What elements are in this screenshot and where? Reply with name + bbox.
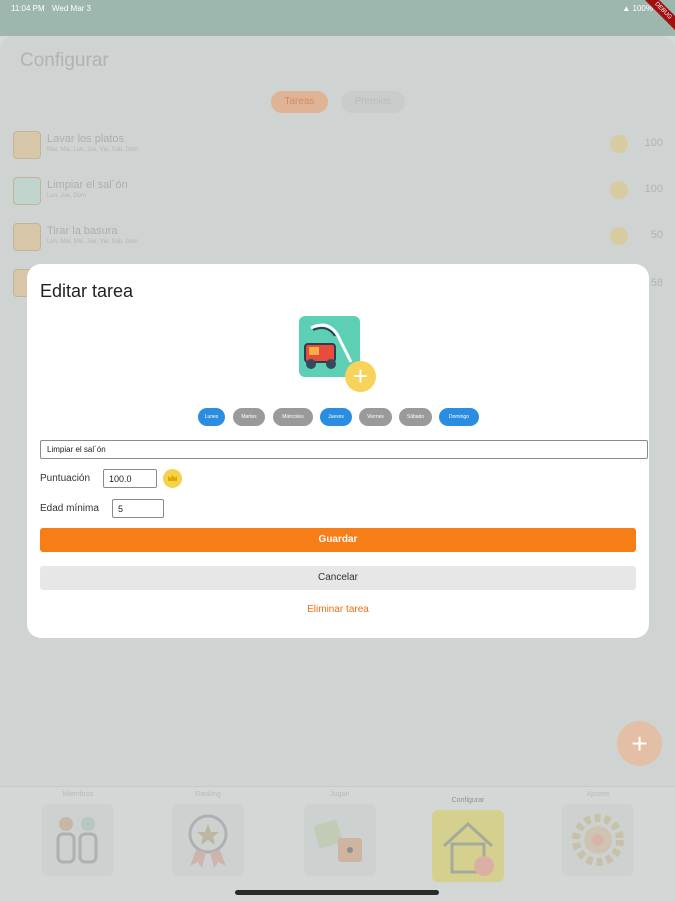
task-days: Lun, Mar, Mié, Jue, Vie, Sáb, Dom <box>47 239 139 245</box>
coin-icon <box>163 469 182 488</box>
task-points: 100 <box>644 183 663 195</box>
list-item[interactable]: Limpiar el sal´ón Lun, Jue, Dom 100 <box>13 177 663 215</box>
status-bar: 11:04 PM Wed Mar 3 ▲ 100% DEBUG <box>0 0 675 36</box>
home-indicator <box>235 890 439 895</box>
coin-icon <box>610 227 628 245</box>
edit-task-dialog: Editar tarea + Lunes Martes Miércoles Ju… <box>27 264 649 638</box>
status-date: Wed Mar 3 <box>52 4 91 13</box>
trash-bin-icon <box>13 223 41 251</box>
tab-play[interactable]: Jugar! <box>290 791 390 881</box>
tab-play-label: Jugar! <box>330 791 350 798</box>
min-age-label: Edad mínima <box>40 503 99 514</box>
task-name: Tirar la basura <box>47 225 118 237</box>
bottom-tab-bar: Miembros Ranking Jugar! Configurar Ajust… <box>0 786 675 901</box>
status-time: 11:04 PM <box>11 4 45 13</box>
task-points: 100 <box>644 137 663 149</box>
cancel-button[interactable]: Cancelar <box>40 566 636 590</box>
delete-task-button[interactable]: Eliminar tarea <box>40 602 636 618</box>
day-chip-friday[interactable]: Viernes <box>359 408 392 426</box>
tab-tasks[interactable]: Tareas <box>271 91 328 113</box>
tab-rewards[interactable]: Premios <box>341 91 405 113</box>
dialog-title: Editar tarea <box>40 281 134 301</box>
task-name-field[interactable] <box>40 440 648 459</box>
points-field[interactable] <box>103 469 157 488</box>
page-title: Configurar <box>20 50 109 71</box>
task-points: 50 <box>650 229 663 241</box>
list-item[interactable]: Lavar los platos Mar, Mié, Lun, Jue, Vie… <box>13 131 663 169</box>
tab-settings[interactable]: Ajustes <box>548 791 648 881</box>
wifi-icon: ▲ <box>622 4 631 13</box>
day-chip-monday[interactable]: Lunes <box>198 408 225 426</box>
save-button[interactable]: Guardar <box>40 528 636 552</box>
family-icon <box>42 804 114 876</box>
day-chip-thursday[interactable]: Jueves <box>320 408 352 426</box>
tab-members-label: Miembros <box>62 791 94 798</box>
tab-ranking-label: Ranking <box>195 791 221 798</box>
gear-icon <box>562 804 634 876</box>
min-age-field[interactable] <box>112 499 164 518</box>
tab-configure-label: Configurar <box>451 797 485 804</box>
dice-icon <box>304 804 376 876</box>
tab-members[interactable]: Miembros <box>28 791 128 881</box>
add-image-button[interactable]: + <box>345 361 376 392</box>
tab-configure[interactable]: Configurar <box>418 791 518 887</box>
tab-ranking[interactable]: Ranking <box>158 791 258 881</box>
house-icon <box>432 810 504 882</box>
day-chip-tuesday[interactable]: Martes <box>233 408 265 426</box>
lawn-mower-icon <box>13 177 41 205</box>
task-days: Lun, Jue, Dom <box>47 193 87 199</box>
points-label: Puntuación <box>40 473 91 484</box>
tab-settings-label: Ajustes <box>586 791 610 798</box>
task-name: Limpiar el sal´ón <box>47 179 128 191</box>
task-name: Lavar los platos <box>47 133 125 145</box>
list-item[interactable]: Tirar la basura Lun, Mar, Mié, Jue, Vie,… <box>13 223 663 261</box>
status-right: ▲ 100% <box>622 4 653 13</box>
coin-icon <box>610 135 628 153</box>
dish-icon <box>13 131 41 159</box>
task-days: Mar, Mié, Lun, Jue, Vie, Sáb, Dom <box>47 147 139 153</box>
coin-icon <box>610 181 628 199</box>
medal-icon <box>172 804 244 876</box>
add-task-button[interactable]: + <box>617 721 662 766</box>
day-chip-sunday[interactable]: Domingo <box>439 408 479 426</box>
day-chip-saturday[interactable]: Sábado <box>399 408 432 426</box>
day-chip-wednesday[interactable]: Miércoles <box>273 408 313 426</box>
